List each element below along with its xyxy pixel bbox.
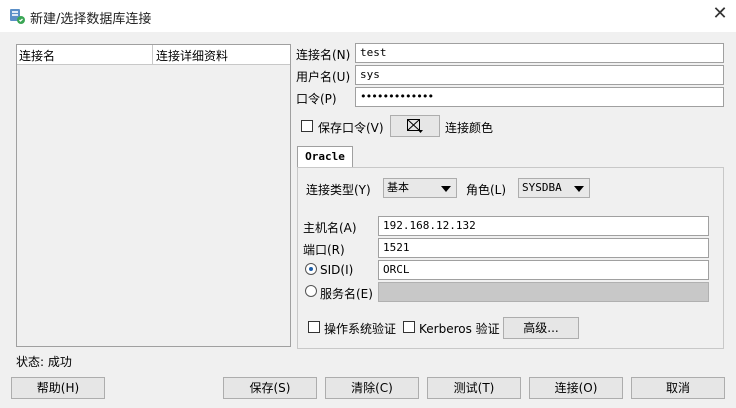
conn-name-input[interactable]: test [355, 43, 724, 63]
advanced-button[interactable]: 高级... [503, 317, 579, 339]
sql-developer-app-icon [9, 8, 25, 24]
conn-color-button[interactable] [390, 115, 440, 137]
service-name-label[interactable]: 服务名(E) [320, 285, 373, 302]
column-header-conn-details[interactable]: 连接详细资料 [156, 47, 228, 64]
column-header-conn-name[interactable]: 连接名 [19, 47, 55, 64]
conn-color-label: 连接颜色 [445, 121, 494, 135]
chevron-down-icon [574, 186, 584, 192]
service-name-input [378, 282, 709, 302]
sid-radio[interactable] [305, 263, 317, 275]
kerberos-label[interactable]: Kerberos 验证 [419, 320, 500, 337]
window-title: 新建/选择数据库连接 [30, 12, 152, 27]
save-button[interactable]: 保存(S) [223, 377, 317, 399]
role-select[interactable]: SYSDBA [518, 178, 590, 198]
column-divider[interactable] [152, 45, 153, 65]
conn-type-select[interactable]: 基本 [383, 178, 457, 198]
username-input[interactable]: sys [355, 65, 724, 85]
cancel-button[interactable]: 取消 [631, 377, 725, 399]
port-input[interactable]: 1521 [378, 238, 709, 258]
os-auth-checkbox[interactable] [308, 321, 320, 333]
help-button[interactable]: 帮助(H) [11, 377, 105, 399]
connections-table-header: 连接名 连接详细资料 [17, 45, 290, 65]
tab-oracle[interactable]: Oracle [297, 146, 353, 168]
host-input[interactable]: 192.168.12.132 [378, 216, 709, 236]
conn-type-value: 基本 [387, 181, 409, 194]
username-label: 用户名(U) [296, 70, 351, 84]
chevron-down-icon [441, 186, 451, 192]
conn-name-label: 连接名(N) [296, 48, 351, 62]
save-password-label[interactable]: 保存口令(V) [318, 119, 384, 136]
color-swatch-icon [407, 119, 423, 133]
close-icon[interactable]: ✕ [712, 5, 728, 23]
kerberos-checkbox[interactable] [403, 321, 415, 333]
connect-button[interactable]: 连接(O) [529, 377, 623, 399]
sid-input[interactable]: ORCL [378, 260, 709, 280]
save-password-checkbox[interactable] [301, 120, 313, 132]
port-label: 端口(R) [303, 243, 345, 257]
clear-button[interactable]: 清除(C) [325, 377, 419, 399]
host-label: 主机名(A) [303, 221, 357, 235]
role-value: SYSDBA [522, 181, 562, 194]
service-name-radio[interactable] [305, 285, 317, 297]
title-bar: 新建/选择数据库连接 ✕ [0, 0, 736, 32]
connections-table[interactable]: 连接名 连接详细资料 [16, 44, 291, 347]
test-button[interactable]: 测试(T) [427, 377, 521, 399]
role-label: 角色(L) [466, 183, 507, 197]
password-label: 口令(P) [296, 92, 337, 106]
sid-label[interactable]: SID(I) [320, 263, 353, 277]
os-auth-label[interactable]: 操作系统验证 [324, 320, 396, 337]
status-text: 状态: 成功 [16, 355, 72, 369]
password-input[interactable]: ••••••••••••• [355, 87, 724, 107]
conn-type-label: 连接类型(Y) [306, 183, 371, 197]
